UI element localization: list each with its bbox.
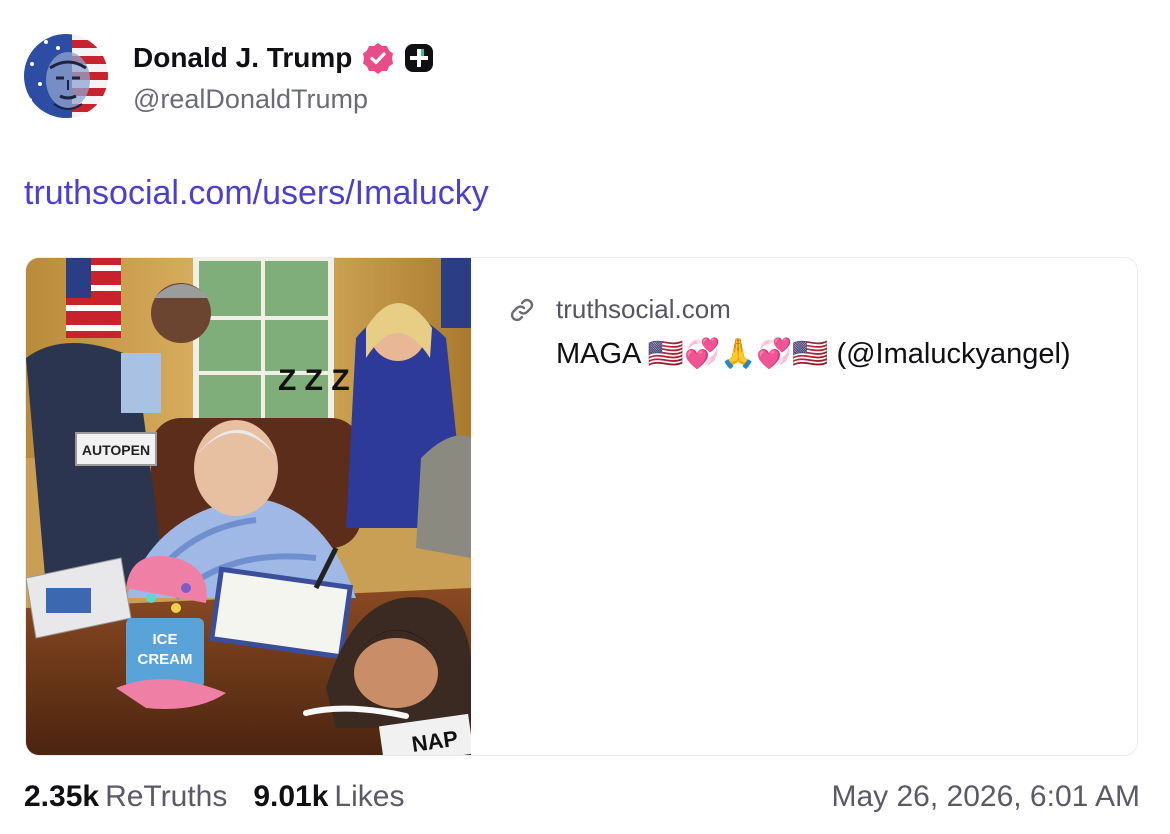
author-display-name[interactable]: Donald J. Trump [133,42,352,74]
post-timestamp[interactable]: May 26, 2026, 6:01 AM [831,780,1140,814]
retruths-count[interactable]: 2.35k [24,780,99,814]
link-icon [510,298,534,321]
likes-label[interactable]: Likes [334,780,404,814]
image-cup-label-line1: ICE [152,631,177,648]
retruths-label[interactable]: ReTruths [105,780,227,814]
post-body-link[interactable]: truthsocial.com/users/Imalucky [24,174,489,213]
post-stats: 2.35k ReTruths 9.01k Likes [24,780,430,814]
author-name-row: Donald J. Trump [133,38,434,78]
image-box-label: AUTOPEN [82,442,150,458]
avatar[interactable] [24,34,108,118]
link-preview-domain: truthsocial.com [556,294,731,324]
image-zzz-text: Z Z Z [278,364,350,397]
ai-cartoon-oval-office-image: AUTOPEN Z Z Z ICE CREAM NAP [26,258,471,756]
author-handle[interactable]: @realDonaldTrump [133,84,368,115]
likes-count[interactable]: 9.01k [253,780,328,814]
image-cup-label-line2: CREAM [138,651,193,668]
link-preview-card[interactable]: AUTOPEN Z Z Z ICE CREAM NAP truthsocial.… [25,257,1138,756]
truth-post: Donald J. Trump @realDonaldTrump truthso… [0,0,1170,834]
link-preview-domain-row: truthsocial.com [508,294,1117,325]
image-newspaper-text: NAP [410,726,459,756]
link-preview-image: AUTOPEN Z Z Z ICE CREAM NAP [26,258,471,756]
link-preview-title: MAGA 🇺🇸💞🙏💞🇺🇸 (@Imaluckyangel) [556,338,1071,370]
plus-badge-icon [405,44,434,72]
link-preview-meta: truthsocial.com MAGA 🇺🇸💞🙏💞🇺🇸 (@Imaluckya… [508,294,1117,371]
verified-check-icon [363,43,394,74]
avatar-flag-portrait-icon [24,34,108,118]
